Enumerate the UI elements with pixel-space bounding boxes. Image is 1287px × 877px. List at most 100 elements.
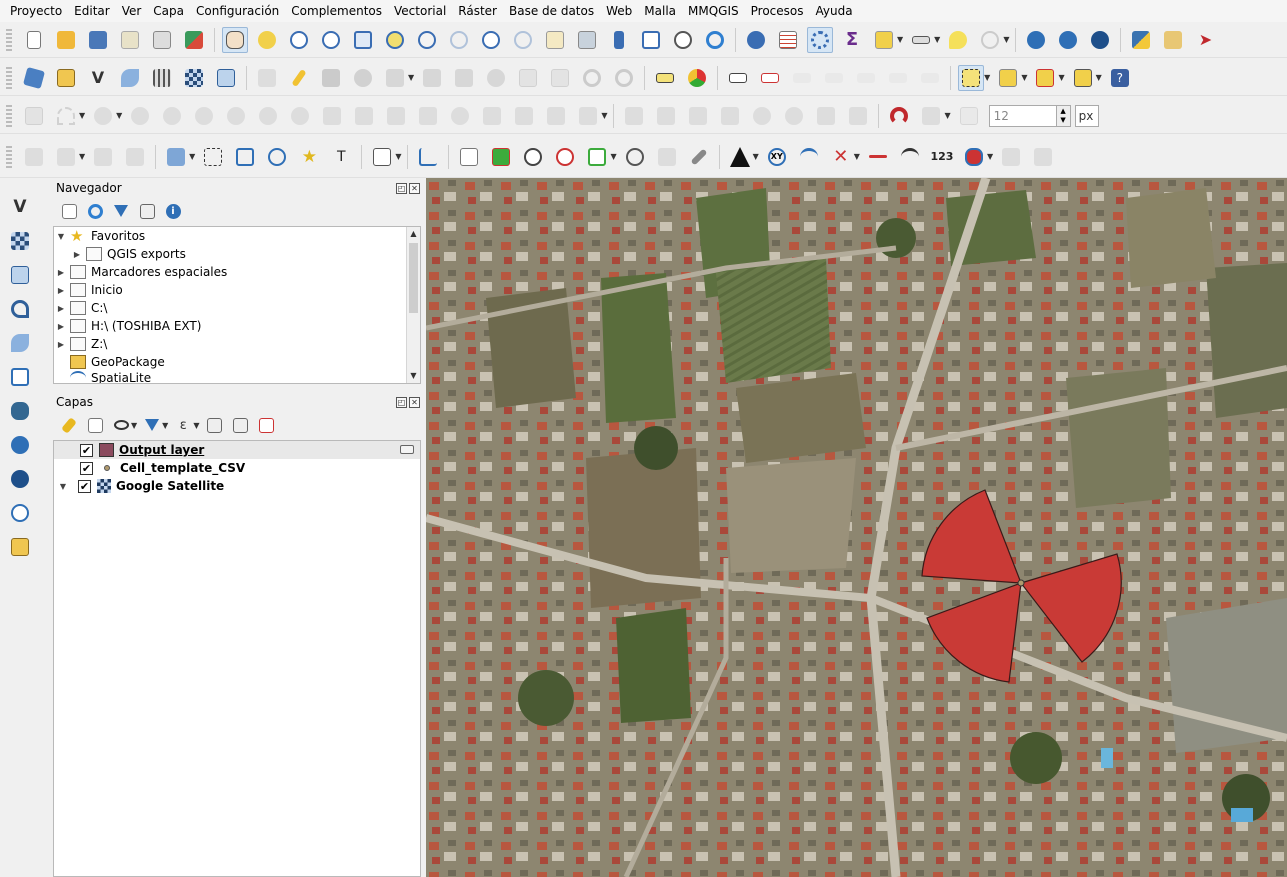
shape-digitize-8-button[interactable] [845,103,871,129]
xy-tool-button[interactable]: XY [764,144,790,170]
zoom-in-button[interactable] [286,27,312,53]
digitize-tool-2-button[interactable] [53,144,79,170]
merge-attributes-button[interactable] [415,103,441,129]
profile-tool-button[interactable] [415,144,441,170]
chevron-down-icon[interactable]: ▼ [162,421,168,430]
expand-arrow-icon[interactable]: ▼ [56,232,66,241]
collapse-arrow-icon[interactable]: ▶ [56,268,66,277]
zoom-to-selection-button[interactable] [382,27,408,53]
copy-features-button[interactable] [515,65,541,91]
spin-arrows[interactable]: ▲ ▼ [1056,104,1071,127]
add-delimited-text-button[interactable] [117,65,143,91]
add-mesh-layer-button[interactable] [6,261,34,289]
menu-configuracion[interactable]: Configuración [190,0,285,22]
show-bookmarks-button[interactable] [638,27,664,53]
add-group-button[interactable] [84,414,106,436]
chevron-down-icon[interactable]: ▼ [753,152,759,161]
intersect-tool-button[interactable]: ✕ [828,144,854,170]
plugin-globe-button[interactable] [622,144,648,170]
add-vector-tile-button[interactable] [6,295,34,323]
add-wms-button[interactable] [6,431,34,459]
digitize-tool-4-button[interactable] [122,144,148,170]
digitize-tool-3-button[interactable] [90,144,116,170]
open-attribute-table-button[interactable] [775,27,801,53]
web-service-2-button[interactable] [1055,27,1081,53]
chevron-down-icon[interactable]: ▼ [395,152,401,161]
digitize-tool-1-button[interactable] [21,144,47,170]
toolbar-grip[interactable] [6,28,12,51]
scroll-down-icon[interactable]: ▼ [407,369,420,383]
pan-map-button[interactable] [222,26,248,53]
collapse-all-button[interactable] [229,414,251,436]
open-project-button[interactable] [53,27,79,53]
chevron-down-icon[interactable]: ▼ [1058,73,1064,82]
snapping-unit-select[interactable]: px [1074,104,1099,127]
plugin-select-green-button[interactable] [584,144,610,170]
chevron-down-icon[interactable]: ▼ [408,73,414,82]
add-part-button[interactable] [127,103,153,129]
vertex-editor-button[interactable] [511,103,537,129]
save-edits-button[interactable] [318,65,344,91]
tree-item-favoritos[interactable]: ▼ ★ Favoritos [54,227,420,245]
add-raster-layer-button[interactable] [6,227,34,255]
select-by-value-button[interactable] [995,65,1021,91]
new-geopackage-button[interactable] [53,65,79,91]
redo-button[interactable] [611,65,637,91]
browser-refresh-button[interactable] [84,200,106,222]
save-project-button[interactable] [85,27,111,53]
expand-all-button[interactable] [203,414,225,436]
filter-legend-button[interactable] [141,414,163,436]
cut-features-button[interactable] [483,65,509,91]
float-panel-icon[interactable]: ◰ [396,182,407,194]
plugin-doc-button[interactable] [456,144,482,170]
scrollbar-thumb[interactable] [409,243,418,313]
add-line-annotation-button[interactable] [264,144,290,170]
zoom-native-button[interactable] [446,27,472,53]
plugin-map-pin-button[interactable] [488,144,514,170]
rotate-point-symbols-button[interactable] [447,103,473,129]
python-console-button[interactable] [1128,27,1154,53]
menu-base-de-datos[interactable]: Base de datos [503,0,600,22]
processing-toolbox-button[interactable] [807,26,833,53]
bridge-tool-button[interactable] [897,144,923,170]
pan-to-selection-button[interactable] [254,27,280,53]
move-label-button[interactable] [821,65,847,91]
chevron-down-icon[interactable]: ▼ [79,111,85,120]
plugin-zoom-point-button[interactable] [520,144,546,170]
layer-visibility-checkbox[interactable]: ✔ [80,461,93,475]
add-virtual-layer-button[interactable] [6,363,34,391]
pin-label-button[interactable] [757,65,783,91]
menu-vectorial[interactable]: Vectorial [388,0,452,22]
chevron-down-icon[interactable]: ▼ [1021,73,1027,82]
chevron-down-icon[interactable]: ▼ [193,421,199,430]
attribute-form-button[interactable] [871,27,897,53]
select-features-button[interactable] [958,64,985,91]
browser-filter-button[interactable] [110,200,132,222]
paste-features-button[interactable] [547,65,573,91]
menu-ayuda[interactable]: Ayuda [810,0,859,22]
refresh-button[interactable] [702,27,728,53]
add-arcgis-button[interactable] [6,499,34,527]
annotation-text-button[interactable] [163,144,189,170]
vertex-tool-button[interactable] [382,65,408,91]
collapse-all-button[interactable] [136,200,158,222]
new-3d-view-button[interactable] [574,27,600,53]
rotate-label-button[interactable] [853,65,879,91]
layer-diagram-button[interactable] [684,65,710,91]
zoom-to-layer-button[interactable] [414,27,440,53]
new-bookmark-button[interactable] [606,27,632,53]
menu-complementos[interactable]: Complementos [285,0,388,22]
help-button[interactable]: ? [1107,65,1133,91]
layer-row-google-satellite[interactable]: ▼ ✔ Google Satellite [54,477,420,495]
modify-attributes-button[interactable] [419,65,445,91]
style-manager-button[interactable] [181,27,207,53]
add-text-annotation-button[interactable]: T [328,144,354,170]
toolbar-grip[interactable] [6,66,12,89]
collapse-arrow-icon[interactable]: ▶ [56,304,66,313]
chevron-down-icon[interactable]: ▼ [116,111,122,120]
menu-ver[interactable]: Ver [116,0,148,22]
delete-selected-button[interactable] [451,65,477,91]
chevron-down-icon[interactable]: ▼ [944,111,950,120]
tree-item-inicio[interactable]: ▶ Inicio [54,281,420,299]
highlight-pinned-labels-button[interactable] [725,65,751,91]
